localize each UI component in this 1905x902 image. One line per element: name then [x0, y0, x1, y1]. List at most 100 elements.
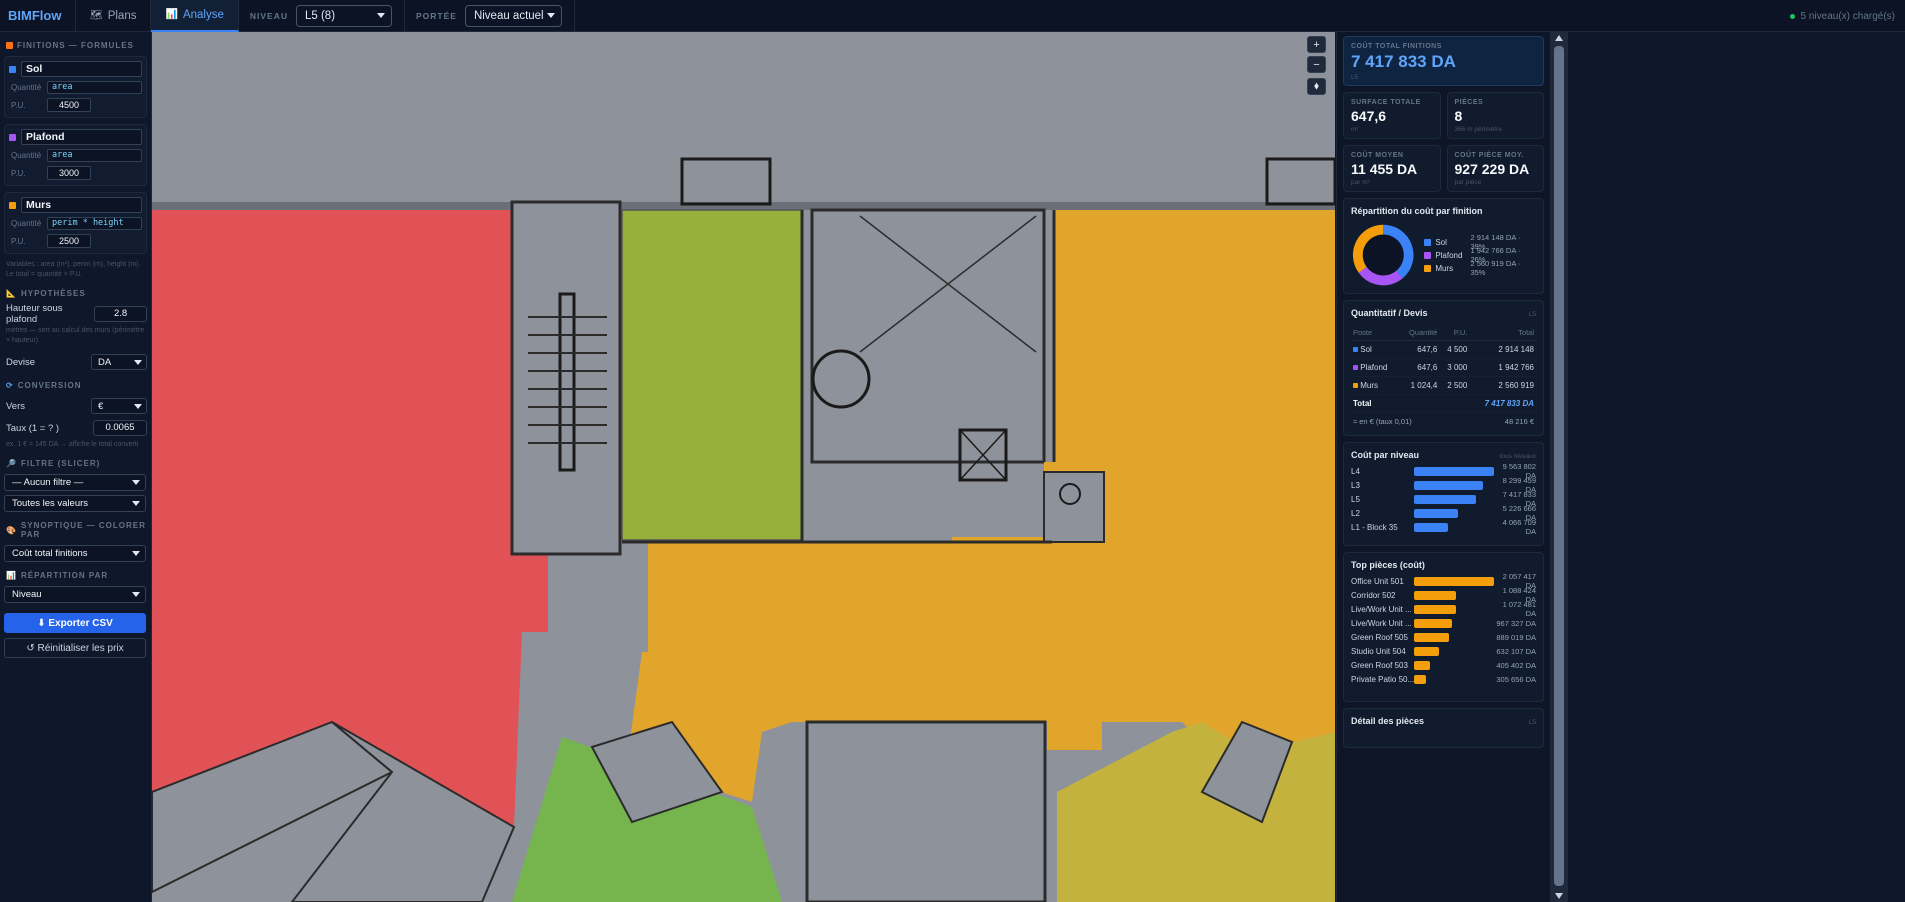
export-csv-button[interactable]: ⬇ Exporter CSV — [4, 613, 146, 633]
pu-input[interactable]: 3000 — [47, 166, 91, 180]
tab-plans[interactable]: 🗺 Plans — [76, 0, 152, 32]
divider — [403, 0, 405, 32]
empty-area — [1568, 32, 1905, 902]
table-row: Sol 647,6 4 500 2 914 148 — [1351, 340, 1536, 359]
pu-cell: 4 500 — [1439, 340, 1470, 359]
pu-label: P.U. — [11, 100, 26, 110]
vers-select[interactable]: € — [91, 398, 147, 414]
qty-cell: 1 024,4 — [1398, 376, 1440, 395]
pu-input[interactable]: 2500 — [47, 234, 91, 248]
finition-card-sol: Sol Quantité area P.U. 4500 — [4, 56, 147, 118]
floor-plan-map[interactable]: + − ⬧ — [152, 32, 1335, 902]
filtre-values-select[interactable]: Toutes les valeurs — [4, 495, 146, 512]
hauteur-input[interactable]: 2.8 — [94, 306, 147, 322]
kpi-value: 7 417 833 DA — [1351, 52, 1456, 71]
atrium-outline — [810, 208, 1046, 464]
finition-name-input[interactable]: Plafond — [21, 129, 142, 145]
kpi-cout-moyen: COÛT MOYEN 11 455 DA par m² — [1343, 145, 1441, 192]
bar-fill — [1414, 480, 1484, 490]
pu-label: P.U. — [11, 236, 26, 246]
bar-row: Studio Unit 504 632 107 DA — [1351, 644, 1536, 658]
scrollbar-thumb[interactable] — [1554, 46, 1564, 886]
sol-color-swatch — [9, 65, 16, 73]
devise-select[interactable]: DA — [91, 354, 147, 370]
repartition-legend: Sol 2 914 148 DA · 39% Plafond 1 942 766… — [1424, 233, 1536, 277]
synoptique-title-text: SYNOPTIQUE — COLORER PAR — [20, 521, 146, 539]
chevron-down-icon — [134, 403, 142, 409]
bar-label: Live/Work Unit ... — [1351, 618, 1412, 628]
repartition-donut-chart — [1352, 224, 1414, 286]
bar-track — [1414, 618, 1494, 628]
ruler-icon: 📐 — [6, 289, 17, 298]
detail-aside: L5 — [1528, 719, 1536, 726]
palette-icon: 🎨 — [6, 525, 17, 535]
chevron-down-icon — [546, 13, 555, 18]
portee-select[interactable]: Niveau actuel — [464, 4, 562, 27]
bar-track — [1414, 646, 1494, 656]
bar-value: 632 107 DA — [1496, 646, 1536, 656]
pu-input[interactable]: 4500 — [47, 98, 91, 112]
devis-table: Poste Quantité P.U. Total Sol 647,6 4 50… — [1351, 325, 1536, 430]
kpi-sub: m² — [1351, 126, 1359, 133]
scroll-down-arrow-icon[interactable] — [1555, 893, 1563, 899]
bar-fill — [1414, 646, 1439, 656]
bar-value: 305 656 DA — [1496, 674, 1536, 684]
page-scrollbar[interactable] — [1550, 32, 1568, 902]
cout-niveau-bar-chart: L4 9 563 802 DA L3 8 299 459 DA L5 7 417 833 … — [1351, 462, 1536, 536]
hauteur-label: Hauteur sous plafond — [6, 303, 63, 325]
cout-niveau-card-title: Coût par niveau tous niveaux — [1351, 450, 1536, 460]
repartition-select-value: Niveau — [12, 589, 42, 600]
niveau-select[interactable]: L5 (8) — [295, 4, 392, 27]
scroll-up-arrow-icon[interactable] — [1555, 35, 1563, 41]
bar-fill — [1414, 494, 1477, 504]
filtre-select[interactable]: — Aucun filtre — — [4, 474, 146, 491]
bar-fill — [1414, 590, 1457, 600]
kpi-label: COÛT TOTAL FINITIONS — [1351, 43, 1442, 50]
bar-fill — [1414, 576, 1494, 586]
finitions-section-title: FINITIONS — FORMULES — [4, 41, 147, 50]
kpi-sub: par pièce — [1454, 179, 1482, 186]
zoom-out-button[interactable]: − — [1307, 56, 1326, 73]
bar-label: L2 — [1351, 508, 1360, 518]
devis-title-text: Quantitatif / Devis — [1351, 308, 1428, 318]
kpi-label: PIÈCES — [1454, 99, 1484, 106]
bar-track — [1414, 466, 1494, 476]
qty-cell: 647,6 — [1398, 358, 1440, 377]
repartition-select[interactable]: Niveau — [4, 586, 146, 603]
bar-row: Live/Work Unit ... 967 327 DA — [1351, 616, 1536, 630]
finition-name-input[interactable]: Sol — [21, 61, 142, 77]
chevron-down-icon — [376, 13, 385, 18]
finition-card-plafond: Plafond Quantité area P.U. 3000 — [4, 124, 147, 186]
devis-aside: L5 — [1528, 311, 1536, 318]
synoptique-select[interactable]: Coût total finitions — [4, 545, 146, 562]
bar-row: L1 - Block 35 4 066 709 DA — [1351, 518, 1536, 536]
formula-input[interactable]: area — [47, 149, 142, 162]
formula-input[interactable]: perim * height — [47, 217, 142, 230]
sol-color-swatch — [1353, 347, 1358, 352]
conversion-section-title: ⟳ CONVERSION — [4, 381, 147, 390]
vers-label: Vers — [6, 400, 26, 412]
divider — [573, 0, 575, 32]
chevron-down-icon — [134, 359, 142, 365]
bar-track — [1414, 494, 1494, 504]
taux-hint: ex. 1 € = 145 DA → affiche le total conv… — [6, 441, 139, 448]
zoom-in-button[interactable]: + — [1307, 36, 1326, 53]
status-dot-icon — [1789, 13, 1795, 19]
legend-value: 2 560 919 DA · 35% — [1470, 259, 1521, 277]
bar-value: 405 402 DA — [1496, 660, 1536, 670]
taux-row: Taux (1 = ? ) 0.0065 — [4, 418, 147, 438]
reset-prices-button[interactable]: ↺ Réinitialiser les prix — [4, 638, 146, 658]
taux-input[interactable]: 0.0065 — [93, 420, 147, 436]
finition-name-input[interactable]: Murs — [21, 197, 142, 213]
kpi-sub: par m² — [1351, 179, 1370, 186]
conversion-title-text: CONVERSION — [17, 381, 82, 390]
devise-label: Devise — [6, 356, 36, 368]
finitions-icon — [6, 42, 13, 49]
bar-fill — [1414, 618, 1452, 628]
formula-input[interactable]: area — [47, 81, 142, 94]
quantite-label: Quantité — [11, 151, 42, 160]
compass-reset-button[interactable]: ⬧ — [1307, 78, 1326, 95]
legend-name: Murs — [1435, 263, 1454, 273]
search-icon: 🔎 — [6, 459, 17, 468]
tab-analyse[interactable]: 📊 Analyse — [151, 0, 239, 32]
